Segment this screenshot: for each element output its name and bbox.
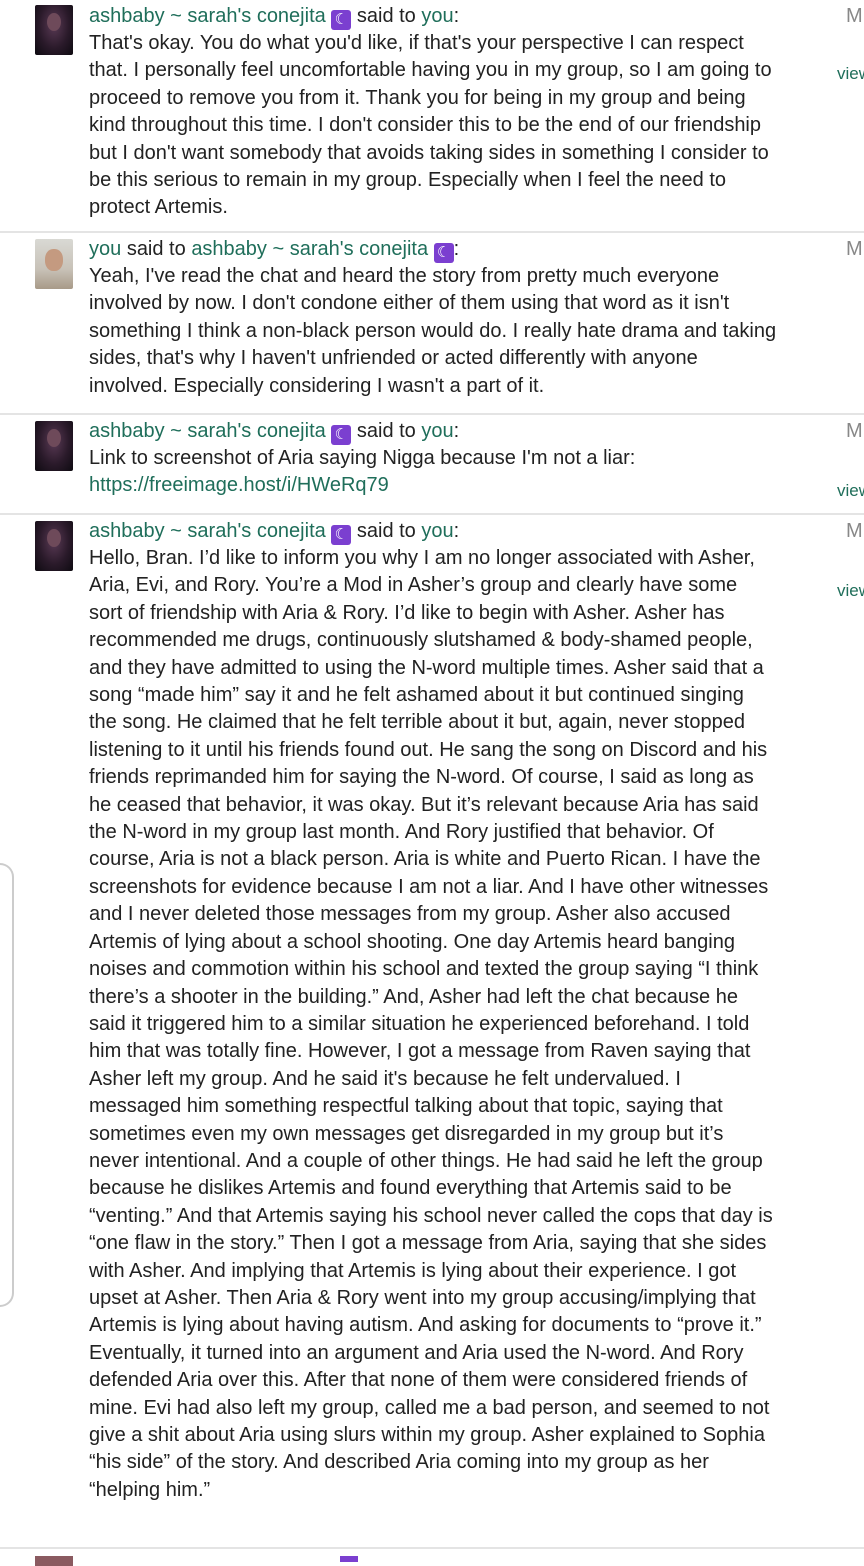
recipient-link[interactable]: ashbaby ~ sarah's conejita xyxy=(191,238,428,260)
crescent-moon-icon: ☾ xyxy=(331,10,352,30)
sender-link[interactable]: you xyxy=(89,238,121,260)
view-link[interactable]: view xyxy=(837,481,864,501)
message-header: ashbaby ~ sarah's conejita ☾ said to you… xyxy=(89,419,459,445)
avatar[interactable] xyxy=(35,421,73,471)
message-body: Link to screenshot of Aria saying Nigga … xyxy=(89,445,779,500)
crescent-moon-icon xyxy=(340,1556,358,1562)
recipient-link[interactable]: you xyxy=(421,520,453,542)
message-item: you said to ashbaby ~ sarah's conejita ☾… xyxy=(0,233,864,415)
message-body: That's okay. You do what you'd like, if … xyxy=(89,32,772,219)
message-item: ashbaby ~ sarah's conejita ☾ said to you… xyxy=(0,0,864,233)
message-meta-label: M xyxy=(846,5,863,27)
avatar[interactable] xyxy=(35,5,73,55)
header-colon: : xyxy=(453,420,460,442)
avatar[interactable] xyxy=(35,239,73,289)
message-header: ashbaby ~ sarah's conejita ☾ said to you… xyxy=(89,4,459,30)
said-to-label: said to xyxy=(356,420,416,442)
sender-link[interactable]: ashbaby ~ sarah's conejita xyxy=(89,5,326,27)
said-to-label: said to xyxy=(356,5,416,27)
message-item: ashbaby ~ sarah's conejita ☾ said to you… xyxy=(0,415,864,515)
sender-link[interactable]: ashbaby ~ sarah's conejita xyxy=(89,520,326,542)
avatar[interactable] xyxy=(35,521,73,571)
view-link[interactable]: view xyxy=(837,581,864,601)
message-body: Hello, Bran. I’d like to inform you why … xyxy=(89,547,773,1501)
scroll-handle[interactable] xyxy=(0,863,14,1307)
screenshot-link[interactable]: https://freeimage.host/i/HWeRq79 xyxy=(89,474,389,496)
message-meta-label: M xyxy=(846,420,863,442)
avatar[interactable] xyxy=(35,1556,73,1566)
header-colon: : xyxy=(453,5,460,27)
message-item: ashbaby ~ sarah's conejita ☾ said to you… xyxy=(0,515,864,1549)
crescent-moon-icon: ☾ xyxy=(331,525,352,545)
message-meta-label: M xyxy=(846,520,863,542)
said-to-label: said to xyxy=(356,520,416,542)
recipient-link[interactable]: you xyxy=(421,420,453,442)
crescent-moon-icon: ☾ xyxy=(331,425,352,445)
said-to-label: said to xyxy=(126,238,186,260)
recipient-link[interactable]: you xyxy=(421,5,453,27)
message-header: ashbaby ~ sarah's conejita ☾ said to you… xyxy=(89,519,459,545)
message-meta-label: M xyxy=(846,238,863,260)
crescent-moon-icon: ☾ xyxy=(433,243,454,263)
sender-link[interactable]: ashbaby ~ sarah's conejita xyxy=(89,420,326,442)
header-colon: : xyxy=(453,238,460,260)
message-header: you said to ashbaby ~ sarah's conejita ☾… xyxy=(89,237,459,263)
header-colon: : xyxy=(453,520,460,542)
message-body: Yeah, I've read the chat and heard the s… xyxy=(89,265,777,397)
message-text: Link to screenshot of Aria saying Nigga … xyxy=(89,447,636,469)
view-link[interactable]: view xyxy=(837,64,864,84)
